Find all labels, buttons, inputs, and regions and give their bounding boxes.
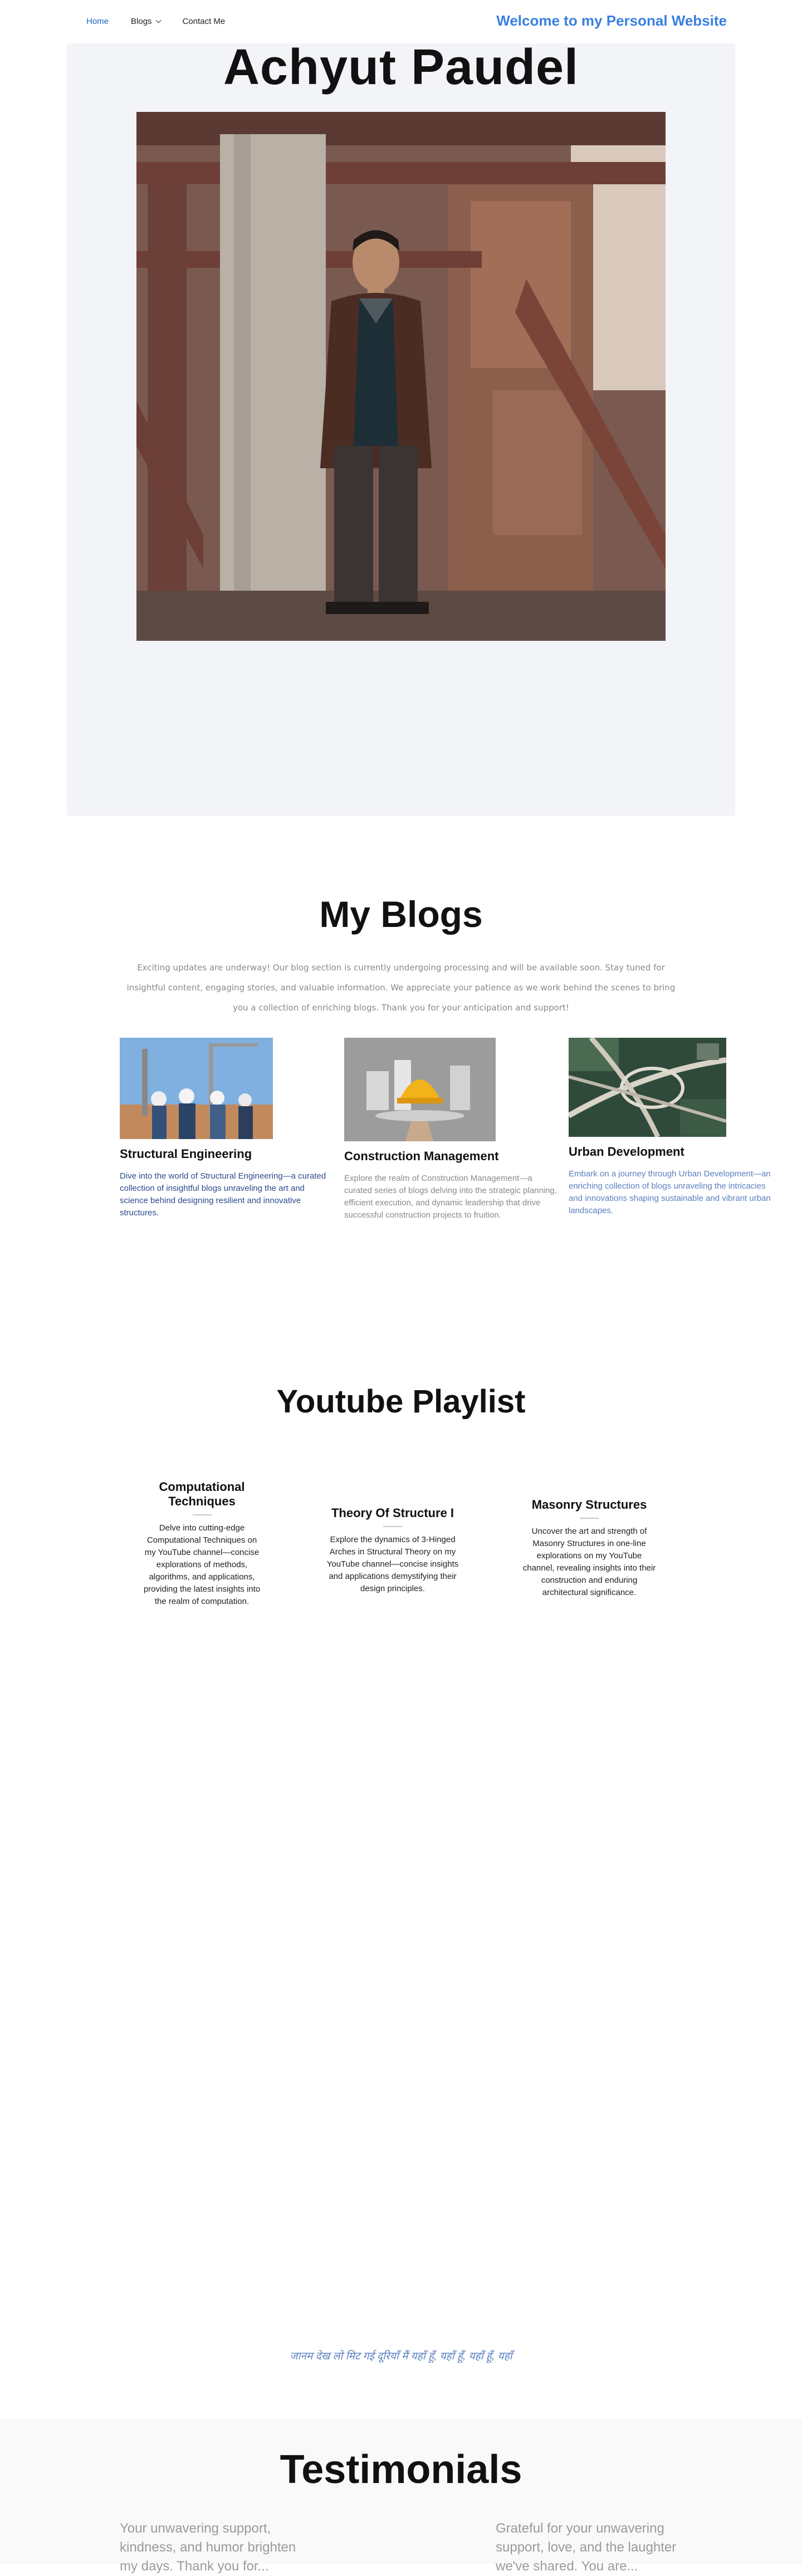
urban-development-illustration [569, 1038, 726, 1137]
nav-blogs-dropdown[interactable]: Blogs [131, 17, 161, 26]
playlist-desc: Delve into cutting-edge Computational Te… [143, 1523, 261, 1606]
playlist-masonry[interactable]: Masonry Structures Uncover the art and s… [522, 1498, 656, 1599]
card-desc-urban: Embark on a journey through Urban Develo… [569, 1169, 771, 1215]
divider [192, 1514, 212, 1515]
footer-quote: जानम देख लो मिट गई दूरियाँ मैं यहाँ हूँ,… [290, 2351, 512, 2362]
top-nav: Home Blogs Contact Me Welcome to my Pers… [0, 0, 802, 43]
nav-home-link[interactable]: Home [86, 17, 109, 26]
card-title-construction[interactable]: Construction Management [344, 1149, 498, 1164]
youtube-heading: Youtube Playlist [276, 1383, 526, 1420]
blogs-intro: Exciting updates are underway! Our blog … [126, 963, 676, 1013]
nav-blogs-label: Blogs [131, 17, 152, 26]
profile-photo [136, 112, 666, 641]
card-desc-structural: Dive into the world of Structural Engine… [120, 1171, 326, 1218]
card-desc-construction: Explore the realm of Construction Manage… [344, 1174, 557, 1220]
structural-engineering-image[interactable] [120, 1038, 273, 1139]
blogs-heading: My Blogs [319, 894, 483, 935]
playlist-theory-of-structure[interactable]: Theory Of Structure I Explore the dynami… [326, 1506, 459, 1595]
testimonial-text: Grateful for your unwavering support, lo… [496, 2521, 677, 2574]
construction-management-image[interactable] [344, 1038, 496, 1141]
nav-home-label: Home [86, 17, 109, 26]
chevron-down-icon [155, 17, 161, 23]
testimonial-text: Your unwavering support, kindness, and h… [120, 2521, 296, 2574]
nav-contact-label: Contact Me [182, 17, 226, 26]
card-title-structural[interactable]: Structural Engineering [120, 1147, 252, 1161]
nav-contact-link[interactable]: Contact Me [183, 17, 226, 26]
divider [580, 1518, 599, 1519]
construction-management-illustration [344, 1038, 496, 1141]
testimonials-heading: Testimonials [280, 2447, 522, 2492]
playlist-desc: Explore the dynamics of 3-Hinged Arches … [326, 1535, 459, 1593]
playlist-desc: Uncover the art and strength of Masonry … [522, 1527, 656, 1597]
profile-photo-illustration [136, 112, 666, 641]
nav-links: Home Blogs Contact Me [86, 17, 225, 26]
playlist-title: Computational Techniques [159, 1480, 245, 1508]
divider [383, 1526, 402, 1527]
playlist-title: Theory Of Structure I [331, 1506, 454, 1520]
urban-development-image[interactable] [569, 1038, 726, 1137]
playlist-title: Masonry Structures [531, 1498, 647, 1512]
playlist-computational[interactable]: Computational Techniques Delve into cutt… [142, 1480, 262, 1608]
card-title-urban[interactable]: Urban Development [569, 1145, 684, 1159]
hero-name: Achyut Paudel [223, 40, 579, 95]
structural-engineering-illustration [120, 1038, 273, 1139]
site-welcome-title: Welcome to my Personal Website [496, 12, 727, 29]
